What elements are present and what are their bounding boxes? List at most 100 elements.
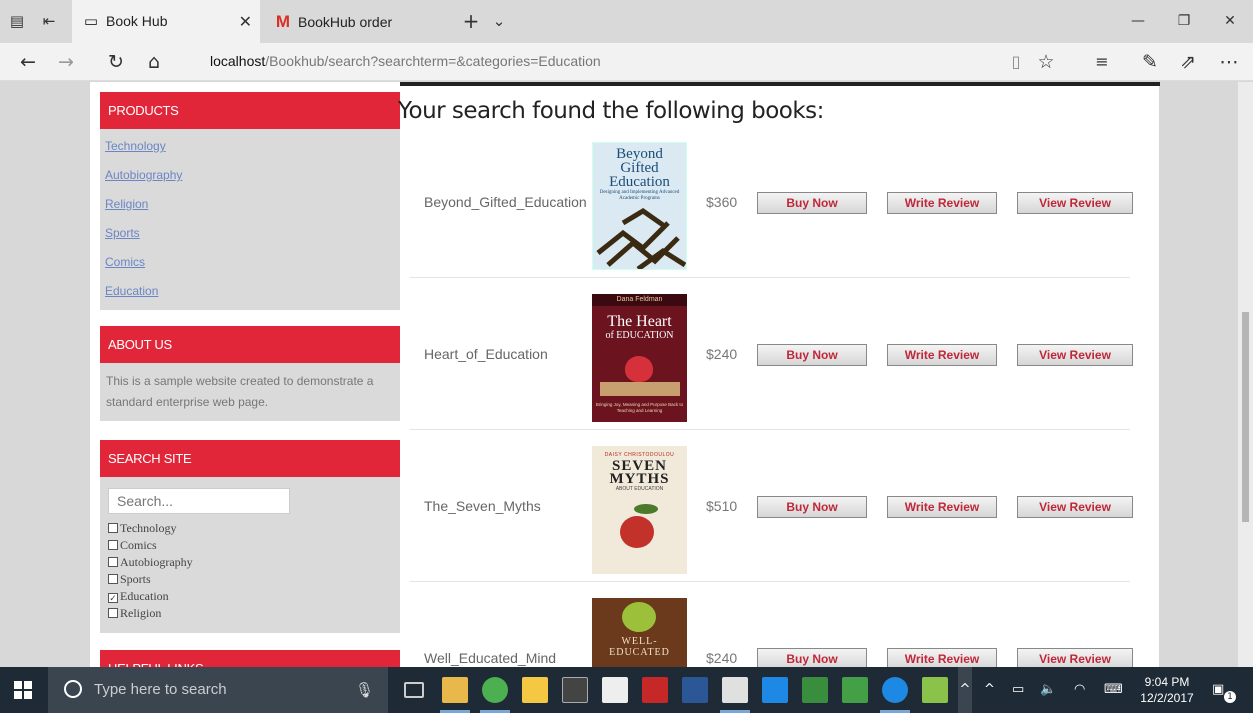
document-icon[interactable] bbox=[602, 677, 628, 703]
pdf-reader-icon[interactable] bbox=[642, 677, 668, 703]
task-view-icon[interactable] bbox=[404, 682, 424, 698]
chrome-icon[interactable] bbox=[482, 677, 508, 703]
windows-start-icon[interactable] bbox=[14, 681, 32, 699]
chevron-down-icon[interactable]: ⌄ bbox=[488, 10, 510, 32]
set-aside-tabs-icon[interactable]: ⇤ bbox=[38, 10, 60, 32]
buy-now-button[interactable]: Buy Now bbox=[757, 648, 867, 667]
cover-title-line: EDUCATED bbox=[609, 647, 670, 658]
write-review-button[interactable]: Write Review bbox=[887, 496, 997, 518]
forward-icon[interactable]: → bbox=[52, 49, 80, 75]
favorite-star-icon[interactable]: ☆ bbox=[1032, 49, 1060, 75]
address-path: /Bookhub/search?searchterm=&categories=E… bbox=[265, 53, 601, 69]
book-name: Beyond_Gifted_Education bbox=[424, 194, 587, 210]
search-panel: SEARCH SITE Technology Comics Autobiogra… bbox=[100, 440, 400, 633]
taskbar-search-box[interactable]: Type here to search 🎙 bbox=[48, 667, 388, 713]
terminal-icon[interactable] bbox=[562, 677, 588, 703]
checkbox-box[interactable] bbox=[108, 557, 118, 567]
checkbox-box[interactable] bbox=[108, 540, 118, 550]
category-link-religion[interactable]: Religion bbox=[100, 195, 400, 224]
address-bar[interactable]: localhost/Bookhub/search?searchterm=&cat… bbox=[200, 48, 1000, 75]
view-review-button[interactable]: View Review bbox=[1017, 648, 1133, 667]
home-icon[interactable]: ⌂ bbox=[140, 49, 168, 75]
book-stack-illustration bbox=[600, 382, 680, 396]
search-input[interactable] bbox=[108, 488, 290, 514]
checkbox-religion[interactable]: Religion bbox=[108, 605, 161, 622]
book-row: Well_Educated_Mind WELL- EDUCATED $240 B… bbox=[410, 582, 1133, 667]
paint-icon[interactable] bbox=[922, 677, 948, 703]
checkbox-education[interactable]: ✓ Education bbox=[108, 588, 169, 605]
cover-subtitle: ABOUT EDUCATION bbox=[615, 486, 664, 492]
helpful-links-panel: HELPFUL LINKS bbox=[100, 650, 400, 667]
clock-time: 9:04 PM bbox=[1144, 675, 1190, 689]
mongodb-compass-icon[interactable] bbox=[842, 677, 868, 703]
restore-icon[interactable]: ❐ bbox=[1161, 0, 1207, 43]
helpful-links-heading: HELPFUL LINKS bbox=[100, 650, 400, 667]
address-host: localhost bbox=[210, 53, 266, 69]
refresh-icon[interactable]: ↻ bbox=[102, 49, 130, 75]
write-review-button[interactable]: Write Review bbox=[887, 192, 997, 214]
checkbox-sports[interactable]: Sports bbox=[108, 571, 151, 588]
checkbox-box[interactable] bbox=[108, 608, 118, 618]
checkbox-autobiography[interactable]: Autobiography bbox=[108, 554, 193, 571]
tab-order-confirmation[interactable]: MBookHub order confirmatio bbox=[264, 0, 454, 73]
view-review-button[interactable]: View Review bbox=[1017, 192, 1133, 214]
vs-code-icon[interactable] bbox=[762, 677, 788, 703]
mongodb-icon[interactable] bbox=[802, 677, 828, 703]
notification-center-icon[interactable]: ▣ 1 bbox=[1212, 667, 1236, 713]
tab-book-hub[interactable]: ▭ Book Hub ✕ bbox=[72, 0, 260, 43]
back-icon[interactable]: ← bbox=[14, 49, 42, 75]
keyboard-icon[interactable]: ⌨ bbox=[1104, 667, 1123, 713]
maze-illustration bbox=[596, 208, 686, 269]
search-heading: SEARCH SITE bbox=[100, 440, 400, 477]
write-review-button[interactable]: Write Review bbox=[887, 344, 997, 366]
new-tab-icon[interactable]: + bbox=[460, 10, 482, 32]
checkbox-comics[interactable]: Comics bbox=[108, 537, 157, 554]
show-hidden-icons[interactable]: ^ bbox=[984, 667, 995, 713]
checkbox-technology[interactable]: Technology bbox=[108, 520, 176, 537]
category-link-autobiography[interactable]: Autobiography bbox=[100, 166, 400, 195]
category-link-technology[interactable]: Technology bbox=[100, 137, 400, 166]
buy-now-button[interactable]: Buy Now bbox=[757, 344, 867, 366]
book-cover-seven-myths[interactable]: DAISY CHRISTODOULOU SEVEN MYTHS ABOUT ED… bbox=[592, 446, 687, 574]
tab-preview-icon[interactable]: ▤ bbox=[6, 10, 28, 32]
apple-illustration bbox=[625, 356, 653, 382]
web-note-icon[interactable]: ✎ bbox=[1136, 49, 1164, 75]
category-link-comics[interactable]: Comics bbox=[100, 253, 400, 282]
scrollbar[interactable] bbox=[1238, 82, 1253, 667]
view-review-button[interactable]: View Review bbox=[1017, 496, 1133, 518]
close-tab-icon[interactable]: ✕ bbox=[239, 0, 252, 43]
minimize-icon[interactable]: — bbox=[1115, 0, 1161, 43]
reading-view-icon[interactable]: ▯ bbox=[1002, 49, 1030, 75]
file-explorer-icon[interactable] bbox=[442, 677, 468, 703]
edge-icon[interactable] bbox=[882, 677, 908, 703]
share-icon[interactable]: ⇗ bbox=[1174, 49, 1202, 75]
app-window-icon[interactable] bbox=[682, 677, 708, 703]
category-link-education[interactable]: Education bbox=[100, 282, 400, 311]
view-review-button[interactable]: View Review bbox=[1017, 344, 1133, 366]
buy-now-button[interactable]: Buy Now bbox=[757, 192, 867, 214]
book-cover-beyond-gifted[interactable]: Beyond Gifted Education Designing and Im… bbox=[592, 142, 687, 270]
book-cover-heart-of-education[interactable]: Dana Feldman The Heart of EDUCATION Brin… bbox=[592, 294, 687, 422]
write-review-button[interactable]: Write Review bbox=[887, 648, 997, 667]
overflow-chevron-icon[interactable]: ^ bbox=[958, 667, 972, 713]
apple-illustration bbox=[620, 516, 654, 548]
checkbox-box-checked[interactable]: ✓ bbox=[108, 593, 118, 603]
book-cover-well-educated-mind[interactable]: WELL- EDUCATED bbox=[592, 598, 687, 667]
battery-icon[interactable]: ▭ bbox=[1012, 667, 1024, 713]
wifi-icon[interactable]: ◠ bbox=[1074, 667, 1085, 713]
volume-icon[interactable]: 🔈 bbox=[1040, 667, 1056, 713]
checkbox-box[interactable] bbox=[108, 523, 118, 533]
favorites-hub-icon[interactable]: ≡ bbox=[1088, 49, 1116, 75]
microphone-icon[interactable]: 🎙 bbox=[355, 667, 374, 713]
checkbox-box[interactable] bbox=[108, 574, 118, 584]
clock[interactable]: 9:04 PM 12/2/2017 bbox=[1140, 667, 1194, 713]
more-icon[interactable]: ⋯ bbox=[1215, 49, 1243, 75]
sticky-notes-icon[interactable] bbox=[522, 677, 548, 703]
book-price: $360 bbox=[706, 194, 738, 210]
scrollbar-thumb[interactable] bbox=[1242, 312, 1249, 522]
buy-now-button[interactable]: Buy Now bbox=[757, 496, 867, 518]
category-link-sports[interactable]: Sports bbox=[100, 224, 400, 253]
products-heading: PRODUCTS bbox=[100, 92, 400, 129]
java-icon[interactable] bbox=[722, 677, 748, 703]
close-window-icon[interactable]: ✕ bbox=[1207, 0, 1253, 43]
